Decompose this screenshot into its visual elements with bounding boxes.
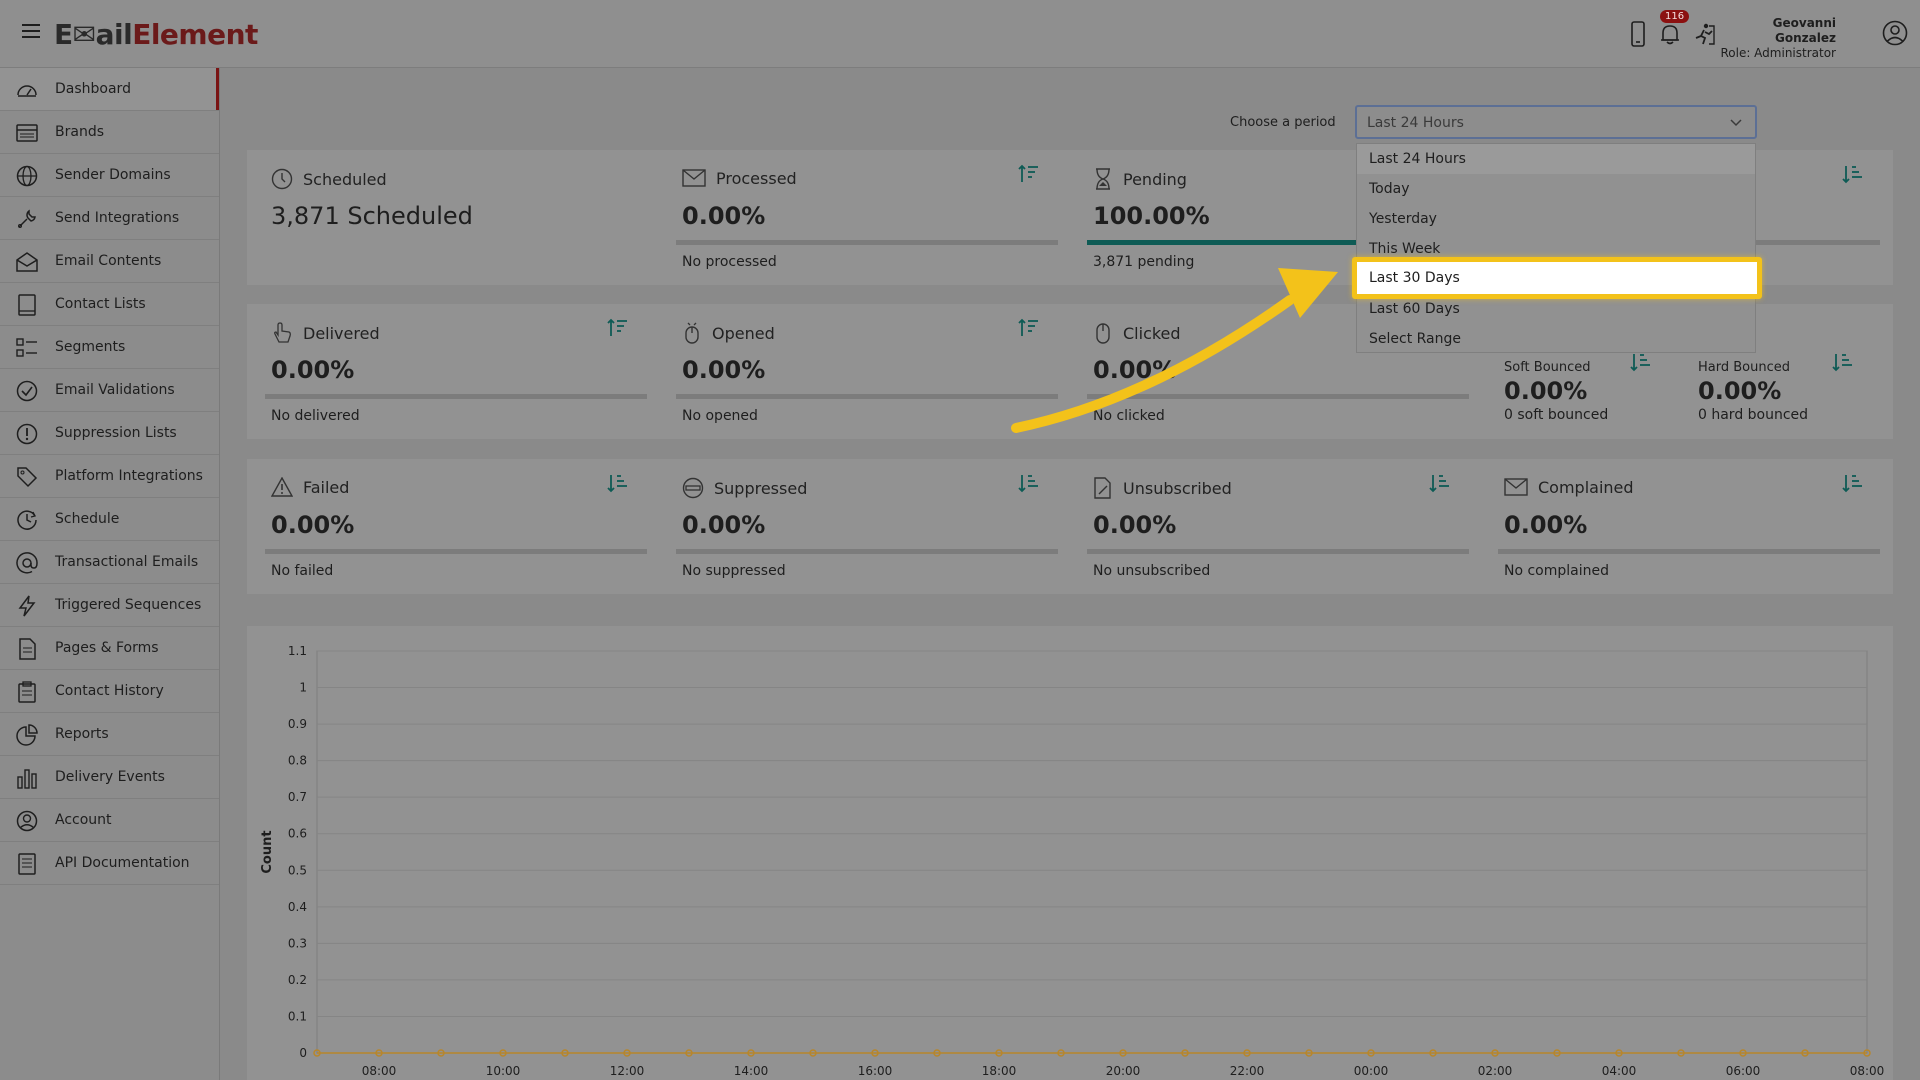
- annotation-arrowhead: [1278, 268, 1338, 318]
- annotation-arrow: [1011, 295, 1295, 433]
- annotation-arrow-overlay: [1011, 268, 1338, 433]
